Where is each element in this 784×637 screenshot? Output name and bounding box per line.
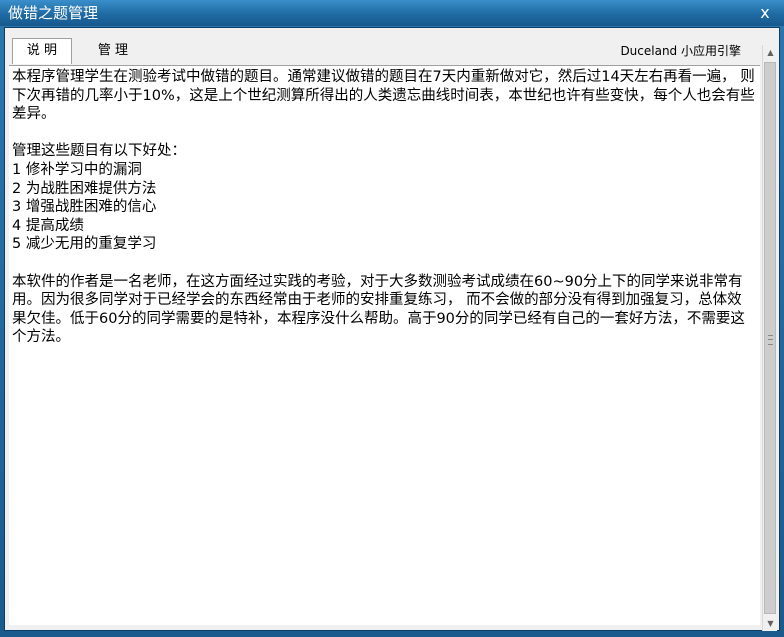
scrollbar-thumb[interactable] [764, 62, 776, 614]
benefit-item: 5 减少无用的重复学习 [12, 236, 157, 253]
app-window: 做错之题管理 x 说 明 管 理 Duceland 小应用引擎 本程序管理学生在… [0, 0, 784, 637]
scroll-down-arrow-icon[interactable]: ▼ [763, 616, 778, 631]
author-paragraph: 本软件的作者是一名老师，在这方面经过实践的考验，对于大多数测验考试成绩在60~9… [12, 273, 745, 346]
instructions-panel: 本程序管理学生在测验考试中做错的题目。通常建议做错的题目在7天内重新做对它，然后… [9, 65, 760, 625]
client-area: 说 明 管 理 Duceland 小应用引擎 本程序管理学生在测验考试中做错的题… [4, 27, 780, 631]
title-bar[interactable]: 做错之题管理 x [0, 0, 784, 26]
window-title: 做错之题管理 [8, 4, 99, 22]
brand-label: Duceland 小应用引擎 [620, 44, 741, 58]
scroll-up-arrow-icon[interactable]: ▲ [763, 45, 778, 60]
tab-bar: 说 明 管 理 Duceland 小应用引擎 [5, 28, 761, 66]
intro-paragraph: 本程序管理学生在测验考试中做错的题目。通常建议做错的题目在7天内重新做对它，然后… [12, 69, 755, 123]
benefit-item: 2 为战胜困难提供方法 [12, 180, 157, 197]
vertical-scrollbar[interactable]: ▲ ▼ [762, 45, 777, 631]
instructions-text: 本程序管理学生在测验考试中做错的题目。通常建议做错的题目在7天内重新做对它，然后… [12, 68, 755, 347]
grip-icon [768, 335, 773, 345]
benefit-item: 3 增强战胜困难的信心 [12, 199, 157, 216]
benefits-heading: 管理这些题目有以下好处： [12, 143, 186, 160]
tab-manage[interactable]: 管 理 [93, 40, 133, 62]
tab-instructions[interactable]: 说 明 [12, 38, 72, 64]
benefit-item: 4 提高成绩 [12, 217, 84, 234]
close-button[interactable]: x [756, 3, 774, 23]
benefit-item: 1 修补学习中的漏洞 [12, 161, 142, 178]
